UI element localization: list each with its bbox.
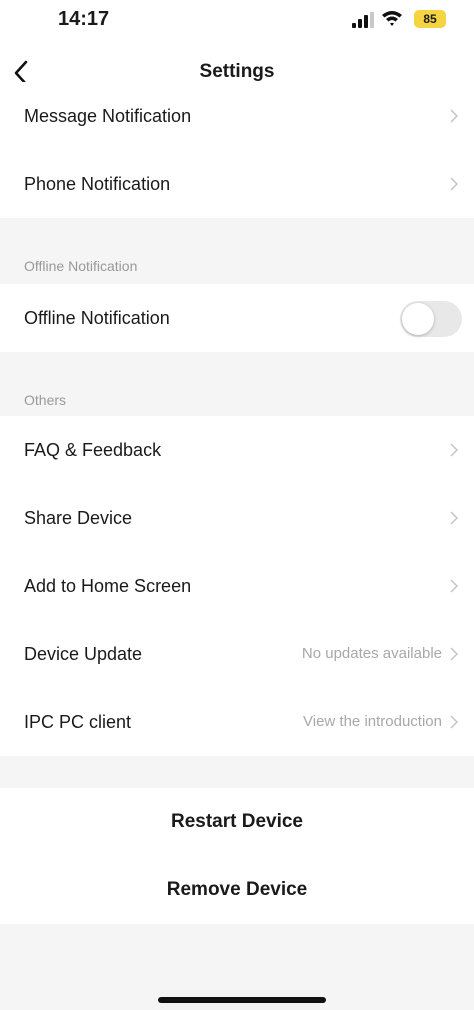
ipc-pc-client-row[interactable]: IPC PC client View the introduction bbox=[0, 688, 474, 756]
others-section-header: Others bbox=[0, 352, 474, 418]
battery-icon: 85 bbox=[414, 10, 446, 28]
chevron-right-icon bbox=[450, 177, 458, 191]
share-device-row[interactable]: Share Device bbox=[0, 484, 474, 552]
page-title: Settings bbox=[199, 61, 275, 82]
device-update-row[interactable]: Device Update No updates available bbox=[0, 620, 474, 688]
faq-feedback-row[interactable]: FAQ & Feedback bbox=[0, 416, 474, 484]
row-value: View the introduction bbox=[303, 713, 442, 730]
status-bar: 14:17 85 bbox=[0, 0, 474, 44]
restart-device-button[interactable]: Restart Device bbox=[0, 788, 474, 856]
offline-section-header: Offline Notification bbox=[0, 218, 474, 284]
row-label: Message Notification bbox=[24, 106, 192, 126]
home-indicator[interactable] bbox=[158, 997, 326, 1003]
chevron-right-icon bbox=[450, 511, 458, 525]
wifi-icon bbox=[382, 11, 402, 26]
offline-notification-toggle[interactable] bbox=[400, 301, 462, 337]
message-notification-row[interactable]: Message Notification bbox=[0, 82, 474, 150]
toggle-knob bbox=[402, 303, 434, 335]
row-label: Phone Notification bbox=[24, 174, 171, 194]
offline-notification-row: Offline Notification bbox=[0, 284, 474, 352]
chevron-right-icon bbox=[450, 109, 458, 123]
phone-notification-row[interactable]: Phone Notification bbox=[0, 150, 474, 218]
chevron-right-icon bbox=[450, 715, 458, 729]
row-label: Offline Notification bbox=[24, 308, 170, 328]
status-time: 14:17 bbox=[58, 8, 110, 30]
battery-level: 85 bbox=[423, 12, 437, 26]
chevron-right-icon bbox=[450, 579, 458, 593]
row-label: FAQ & Feedback bbox=[24, 440, 162, 460]
remove-device-button[interactable]: Remove Device bbox=[0, 856, 474, 924]
row-label: Device Update bbox=[24, 644, 143, 664]
add-to-home-screen-row[interactable]: Add to Home Screen bbox=[0, 552, 474, 620]
cellular-signal-icon bbox=[352, 12, 374, 28]
row-label: Add to Home Screen bbox=[24, 576, 192, 596]
section-title: Offline Notification bbox=[24, 258, 138, 274]
row-label: Share Device bbox=[24, 508, 133, 528]
row-label: IPC PC client bbox=[24, 712, 132, 732]
section-title: Others bbox=[24, 392, 67, 408]
chevron-right-icon bbox=[450, 443, 458, 457]
row-value: No updates available bbox=[301, 645, 442, 662]
chevron-right-icon bbox=[450, 647, 458, 661]
